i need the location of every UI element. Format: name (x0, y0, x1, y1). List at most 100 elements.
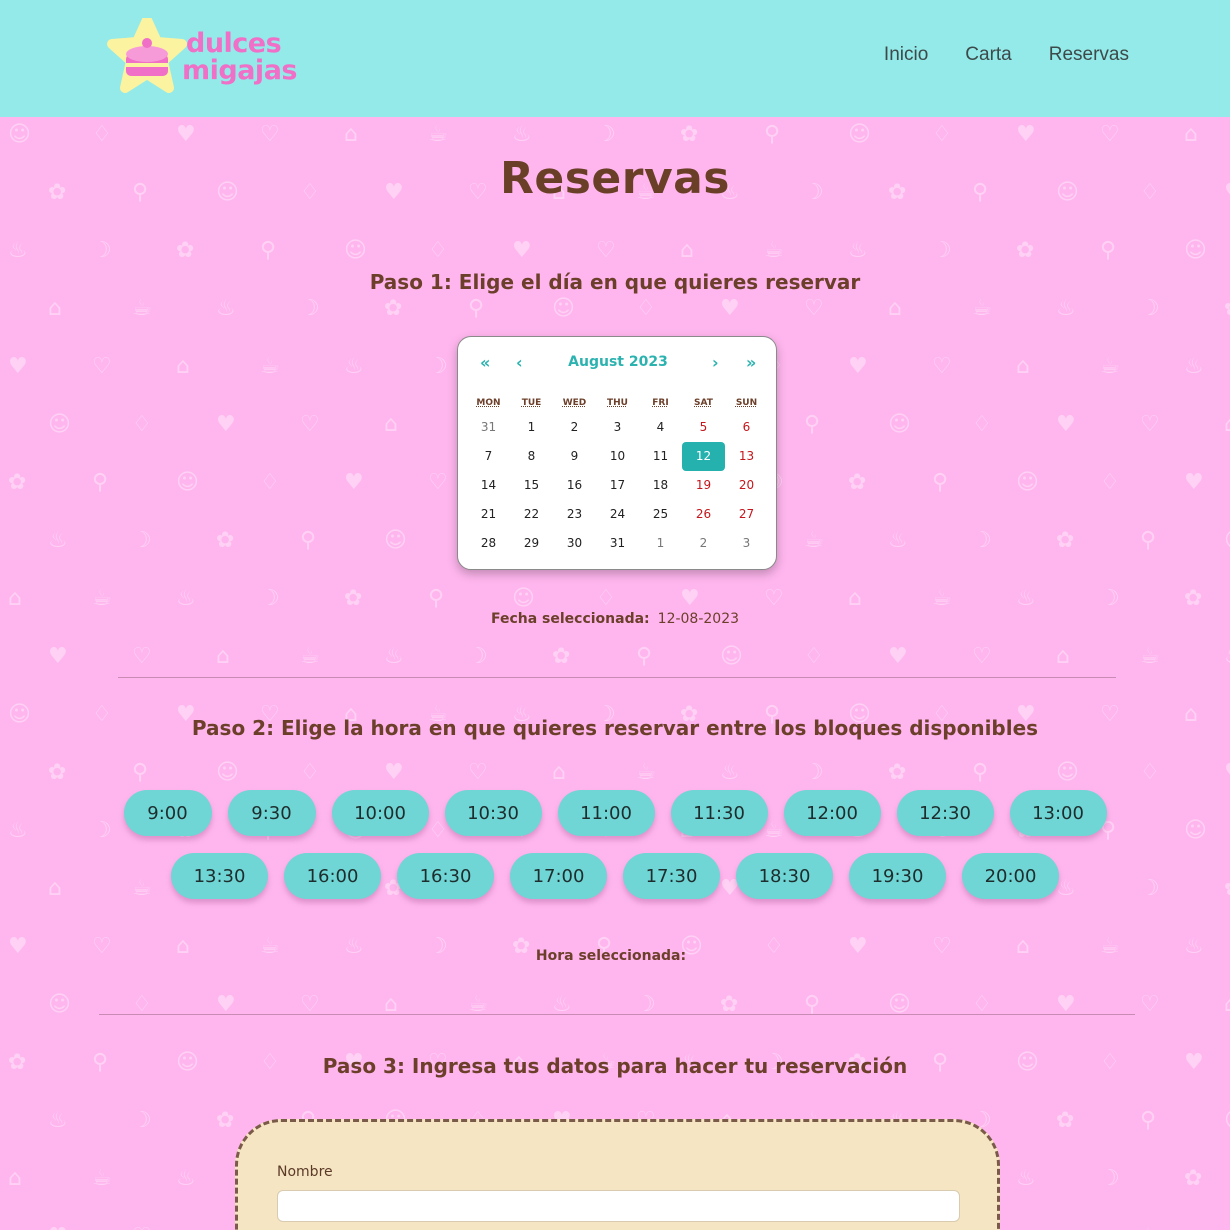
calendar-day[interactable]: 28 (467, 529, 510, 558)
calendar-day[interactable]: 18 (639, 471, 682, 500)
calendar-day[interactable]: 8 (510, 442, 553, 471)
calendar-day[interactable]: 1 (510, 413, 553, 442)
pattern-doodle-icon: ♥ (384, 760, 404, 785)
calendar-day[interactable]: 23 (553, 500, 596, 529)
nav-reservas[interactable]: Reservas (1049, 44, 1129, 66)
calendar-day[interactable]: 2 (553, 413, 596, 442)
pattern-doodle-icon: ♨ (48, 528, 68, 553)
calendar-day[interactable]: 25 (639, 500, 682, 529)
pattern-doodle-icon: ♨ (384, 644, 404, 669)
pattern-doodle-icon: ☺ (344, 238, 367, 263)
calendar-day[interactable]: 3 (596, 413, 639, 442)
calendar-day[interactable]: 31 (467, 413, 510, 442)
calendar-day[interactable]: 24 (596, 500, 639, 529)
calendar-day-selected[interactable]: 12 (682, 442, 725, 471)
pattern-doodle-icon: ✿ (1016, 238, 1035, 263)
calendar-day[interactable]: 26 (682, 500, 725, 529)
pattern-doodle-icon: ♡ (1140, 992, 1160, 1017)
pattern-doodle-icon: ☺ (1056, 760, 1079, 785)
pattern-doodle-icon: ☽ (92, 238, 112, 263)
selected-time-line: Hora seleccionada: (0, 948, 1230, 964)
pattern-doodle-icon: ♡ (428, 470, 448, 495)
time-slot-button[interactable]: 13:30 (171, 853, 268, 899)
pattern-doodle-icon: ⚲ (1100, 238, 1117, 263)
time-slot-button[interactable]: 9:00 (123, 790, 212, 836)
pattern-doodle-icon: ☺ (848, 122, 871, 147)
calendar-day[interactable]: 9 (553, 442, 596, 471)
pattern-doodle-icon: ☺ (384, 528, 407, 553)
time-slot-button[interactable]: 9:30 (227, 790, 316, 836)
divider (118, 677, 1116, 678)
pattern-doodle-icon: ⌂ (216, 1224, 230, 1230)
pattern-doodle-icon: ☽ (1140, 296, 1160, 321)
time-slot-button[interactable]: 19:30 (849, 853, 946, 899)
calendar-day[interactable]: 22 (510, 500, 553, 529)
time-slot-button[interactable]: 18:30 (736, 853, 833, 899)
calendar-day[interactable]: 11 (639, 442, 682, 471)
calendar-day[interactable]: 13 (725, 442, 768, 471)
calendar-day[interactable]: 21 (467, 500, 510, 529)
calendar-day[interactable]: 27 (725, 500, 768, 529)
time-slot-button[interactable]: 17:00 (510, 853, 607, 899)
calendar-day[interactable]: 7 (467, 442, 510, 471)
pattern-doodle-icon: ♡ (132, 1224, 152, 1230)
pattern-doodle-icon: ✿ (48, 760, 67, 785)
pattern-doodle-icon: ⌂ (216, 644, 230, 669)
time-slot-button[interactable]: 11:30 (670, 790, 768, 836)
pattern-doodle-icon: ⚲ (92, 470, 109, 495)
calendar-day[interactable]: 14 (467, 471, 510, 500)
calendar-day[interactable]: 30 (553, 529, 596, 558)
calendar-day[interactable]: 5 (682, 413, 725, 442)
pattern-doodle-icon: ♡ (932, 354, 952, 379)
calendar-day[interactable]: 16 (553, 471, 596, 500)
pattern-doodle-icon: ♢ (804, 644, 824, 669)
logo-line2: migajas (182, 55, 297, 86)
name-input[interactable] (277, 1190, 960, 1222)
time-slot-button[interactable]: 20:00 (962, 853, 1059, 899)
pattern-doodle-icon: ☽ (804, 760, 824, 785)
nav-carta[interactable]: Carta (965, 44, 1011, 66)
time-slot-button[interactable]: 10:30 (444, 790, 542, 836)
time-slot-button[interactable]: 16:30 (397, 853, 494, 899)
time-slot-button[interactable]: 13:00 (1009, 790, 1107, 836)
next-month-button[interactable]: › (712, 353, 719, 372)
next-year-button[interactable]: » (746, 353, 756, 372)
calendar-day[interactable]: 6 (725, 413, 768, 442)
calendar-day[interactable]: 1 (639, 529, 682, 558)
pattern-doodle-icon: ⌂ (1224, 992, 1230, 1017)
time-slot-button[interactable]: 11:00 (557, 790, 655, 836)
nav-inicio[interactable]: Inicio (884, 44, 928, 66)
calendar-day[interactable]: 20 (725, 471, 768, 500)
time-slot-button[interactable]: 17:30 (623, 853, 720, 899)
calendar-day[interactable]: 4 (639, 413, 682, 442)
time-slot-button[interactable]: 10:00 (331, 790, 429, 836)
pattern-doodle-icon: ⚲ (972, 760, 989, 785)
pattern-doodle-icon: ♡ (300, 412, 320, 437)
calendar-day[interactable]: 29 (510, 529, 553, 558)
calendar-day[interactable]: 19 (682, 471, 725, 500)
time-slot-button[interactable]: 16:00 (284, 853, 381, 899)
pattern-doodle-icon: ✿ (1056, 528, 1075, 553)
pattern-doodle-icon: ✿ (344, 586, 363, 611)
time-slot-button[interactable]: 12:30 (896, 790, 994, 836)
time-slot-button[interactable]: 12:00 (783, 790, 881, 836)
calendar-day[interactable]: 2 (682, 529, 725, 558)
calendar-day[interactable]: 31 (596, 529, 639, 558)
pattern-doodle-icon: ⚲ (260, 238, 277, 263)
pattern-doodle-icon: ☽ (428, 354, 448, 379)
pattern-doodle-icon: ♡ (804, 296, 824, 321)
calendar-day[interactable]: 10 (596, 442, 639, 471)
pattern-doodle-icon: ⌂ (1224, 412, 1230, 437)
logo[interactable]: dulces migajas (106, 18, 306, 98)
weekday-header: TUE (521, 398, 542, 408)
pattern-doodle-icon: ☺ (512, 586, 535, 611)
calendar-day[interactable]: 15 (510, 471, 553, 500)
calendar-month-label[interactable]: August 2023 (458, 354, 778, 370)
pattern-doodle-icon: ☕ (92, 586, 112, 611)
pattern-doodle-icon: ☕ (1140, 1224, 1160, 1230)
calendar-day[interactable]: 3 (725, 529, 768, 558)
pattern-doodle-icon: ⌂ (680, 238, 694, 263)
calendar-day[interactable]: 17 (596, 471, 639, 500)
pattern-doodle-icon: ⌂ (176, 354, 190, 379)
pattern-doodle-icon: ✿ (176, 238, 195, 263)
